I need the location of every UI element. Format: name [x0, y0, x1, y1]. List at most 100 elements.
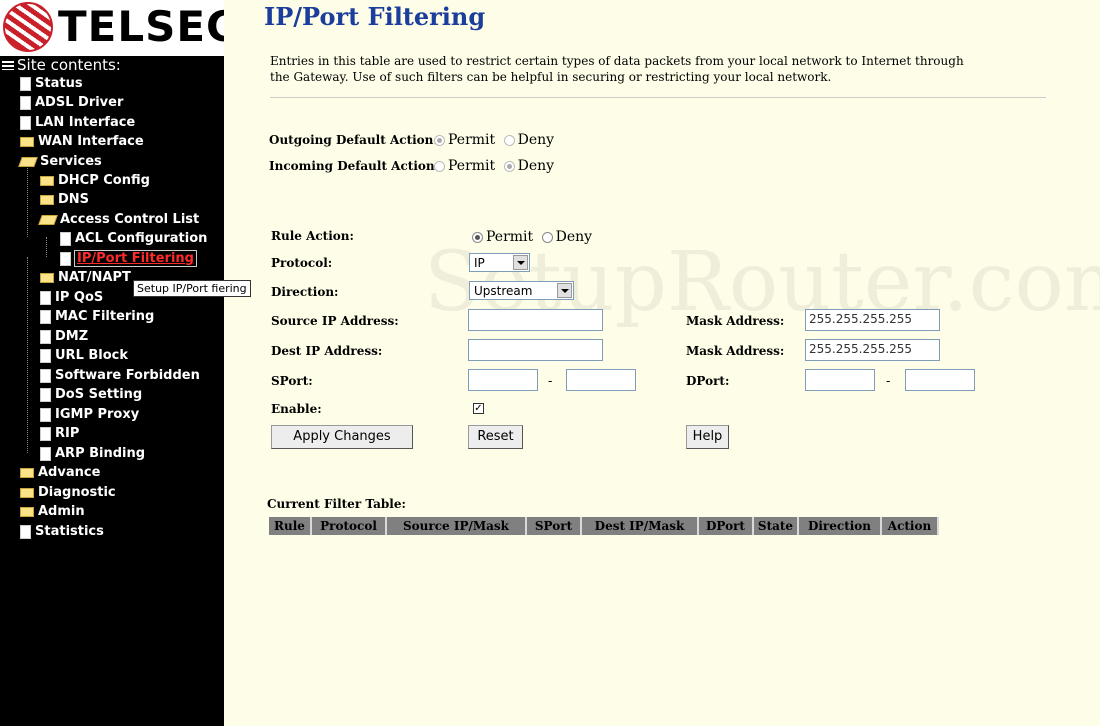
folder-icon	[40, 194, 54, 205]
protocol-select[interactable]: IP	[469, 253, 530, 272]
sidebar-item-dos-setting[interactable]: DoS Setting	[40, 385, 142, 404]
document-icon	[40, 348, 51, 363]
sidebar-item-statistics[interactable]: Statistics	[20, 522, 104, 541]
document-icon	[40, 329, 51, 344]
dest-ip-input[interactable]	[468, 339, 603, 361]
folder-icon	[40, 175, 54, 186]
incoming-default-radios: Permit Deny	[430, 158, 554, 174]
dport-end-input[interactable]	[905, 369, 975, 391]
outgoing-default-radios: Permit Deny	[430, 132, 554, 148]
sport-end-input[interactable]	[566, 369, 636, 391]
sidebar-item-ip-port-filtering[interactable]: IP/Port Filtering	[60, 249, 197, 268]
page-description: Entries in this table are used to restri…	[270, 54, 964, 84]
document-icon	[40, 387, 51, 402]
col-dport: DPort	[699, 517, 754, 535]
outgoing-permit-radio[interactable]	[434, 134, 445, 146]
reset-button[interactable]: Reset	[468, 425, 523, 449]
sport-label: SPort:	[271, 374, 313, 388]
incoming-default-label: Incoming Default Action:	[269, 159, 440, 173]
document-icon	[60, 251, 71, 266]
dport-label: DPort:	[686, 374, 730, 388]
enable-checkbox[interactable]: ✓	[473, 403, 484, 414]
document-icon	[20, 95, 31, 110]
sidebar-item-access-control-list[interactable]: Access Control List	[38, 210, 199, 229]
help-button[interactable]: Help	[686, 425, 729, 449]
apply-changes-button[interactable]: Apply Changes	[271, 425, 413, 449]
col-state: State	[754, 517, 799, 535]
sidebar: TELSEC Site contents: Status ADSL Driver…	[0, 0, 224, 726]
col-source-ip-mask: Source IP/Mask	[387, 517, 527, 535]
source-mask-input[interactable]: 255.255.255.255	[805, 309, 940, 331]
col-direction: Direction	[799, 517, 882, 535]
folder-open-icon	[18, 156, 38, 167]
sidebar-item-acl-configuration[interactable]: ACL Configuration	[60, 229, 207, 248]
sidebar-item-services[interactable]: Services	[18, 152, 102, 171]
chevron-down-icon	[513, 255, 528, 270]
menu-icon	[2, 61, 14, 70]
filter-table-title: Current Filter Table:	[267, 497, 406, 511]
col-dest-ip-mask: Dest IP/Mask	[582, 517, 699, 535]
sidebar-item-dhcp-config[interactable]: DHCP Config	[40, 171, 150, 190]
logo: TELSEC	[0, 0, 224, 56]
sidebar-item-diagnostic[interactable]: Diagnostic	[20, 483, 116, 502]
direction-select[interactable]: Upstream	[469, 281, 574, 300]
rule-permit-radio[interactable]	[472, 231, 483, 243]
col-sport: SPort	[527, 517, 582, 535]
sport-range-separator: -	[548, 374, 553, 389]
sidebar-item-software-forbidden[interactable]: Software Forbidden	[40, 366, 200, 385]
outgoing-deny-radio[interactable]	[503, 134, 515, 146]
dport-start-input[interactable]	[805, 369, 875, 391]
direction-label: Direction:	[271, 285, 339, 299]
sidebar-item-dns[interactable]: DNS	[40, 190, 89, 209]
document-icon	[40, 446, 51, 461]
document-icon	[60, 231, 71, 246]
site-contents-heading: Site contents:	[2, 56, 121, 74]
rule-deny-radio[interactable]	[541, 231, 553, 243]
folder-icon	[20, 487, 34, 498]
filter-table-header: Rule Protocol Source IP/Mask SPort Dest …	[269, 517, 939, 535]
chevron-down-icon	[557, 283, 572, 298]
sidebar-item-dmz[interactable]: DMZ	[40, 327, 88, 346]
folder-icon	[40, 272, 54, 283]
source-ip-label: Source IP Address:	[271, 314, 399, 328]
folder-open-icon	[38, 214, 58, 225]
dport-range-separator: -	[886, 374, 891, 389]
sidebar-item-status[interactable]: Status	[20, 74, 83, 93]
incoming-permit-radio[interactable]	[434, 160, 445, 172]
document-icon	[40, 407, 51, 422]
sidebar-item-ip-qos[interactable]: IP QoS	[40, 288, 103, 307]
main-content: SetupRouter.com IP/Port Filtering Entrie…	[224, 0, 1100, 726]
col-protocol: Protocol	[312, 517, 387, 535]
sidebar-item-mac-filtering[interactable]: MAC Filtering	[40, 307, 154, 326]
sidebar-item-lan-interface[interactable]: LAN Interface	[20, 113, 135, 132]
divider	[270, 97, 1046, 98]
sidebar-item-rip[interactable]: RIP	[40, 424, 79, 443]
rule-action-label: Rule Action:	[271, 229, 354, 243]
col-action: Action	[882, 517, 939, 535]
folder-icon	[20, 467, 34, 478]
dest-mask-input[interactable]: 255.255.255.255	[805, 339, 940, 361]
enable-label: Enable:	[271, 402, 322, 416]
document-icon	[20, 76, 31, 91]
sidebar-item-url-block[interactable]: URL Block	[40, 346, 128, 365]
rule-action-radios: Permit Deny	[468, 229, 592, 245]
sidebar-item-wan-interface[interactable]: WAN Interface	[20, 132, 144, 151]
document-icon	[40, 290, 51, 305]
dest-ip-label: Dest IP Address:	[271, 344, 383, 358]
page-title: IP/Port Filtering	[264, 2, 486, 31]
folder-icon	[20, 136, 34, 147]
sidebar-item-arp-binding[interactable]: ARP Binding	[40, 444, 145, 463]
document-icon	[20, 115, 31, 130]
folder-icon	[20, 506, 34, 517]
col-rule: Rule	[269, 517, 312, 535]
sport-start-input[interactable]	[468, 369, 538, 391]
source-ip-input[interactable]	[468, 309, 603, 331]
source-mask-label: Mask Address:	[686, 314, 785, 328]
incoming-deny-radio[interactable]	[503, 160, 515, 172]
sidebar-item-admin[interactable]: Admin	[20, 502, 85, 521]
sidebar-item-nat-napt[interactable]: NAT/NAPT	[40, 268, 131, 287]
sidebar-item-igmp-proxy[interactable]: IGMP Proxy	[40, 405, 139, 424]
sidebar-item-advance[interactable]: Advance	[20, 463, 100, 482]
sidebar-item-adsl-driver[interactable]: ADSL Driver	[20, 93, 123, 112]
outgoing-default-label: Outgoing Default Action:	[269, 133, 438, 147]
